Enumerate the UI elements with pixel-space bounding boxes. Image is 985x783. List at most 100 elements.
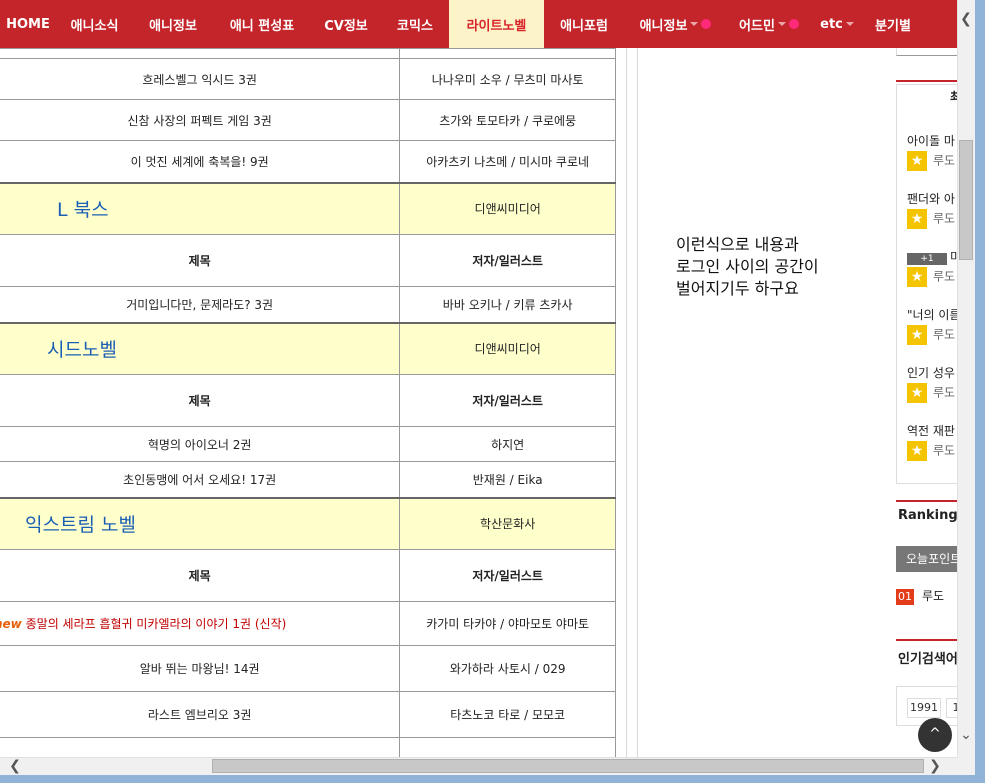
post-meta: ★ 루도 (907, 383, 955, 403)
column-header-cell: 제목 (0, 374, 401, 427)
book-title: 라스트 엠브리오 3권 (147, 708, 252, 722)
book-title-cell: 신참 사장의 퍼펙트 게임 3권 (0, 99, 401, 141)
book-author: 하지연 (491, 437, 525, 452)
table-row: 알바 뛰는 마왕님! 14권 와가하라 사토시 / 029 (0, 645, 616, 692)
nav-item-label: 분기별 (875, 18, 911, 34)
new-badge-icon: new (0, 617, 22, 631)
vertical-scroll-thumb[interactable] (959, 140, 973, 260)
scroll-up-arrow-icon[interactable]: ❮ (957, 10, 975, 28)
section-divider (896, 500, 957, 502)
column-header-author: 저자/일러스트 (472, 569, 543, 583)
search-keyword-chip[interactable]: 1991 (907, 698, 941, 718)
horizontal-scroll-thumb[interactable] (212, 759, 924, 773)
nav-item[interactable]: 애니포럼 (544, 0, 624, 48)
comment-line: 로그인 사이의 공간이 (676, 257, 819, 276)
popular-search-title: 인기검색어 (898, 652, 957, 667)
vertical-scrollbar[interactable] (957, 0, 975, 757)
nav-item-label: 라이트노벨 (466, 18, 527, 34)
book-author: 츠가와 토모타카 / 쿠로에뭉 (439, 113, 577, 128)
caret-down-icon (845, 22, 854, 26)
comment-line: 이런식으로 내용과 (676, 235, 799, 254)
section-divider (896, 80, 957, 82)
publisher-label-cell: 디앤씨미디어 (399, 181, 616, 235)
nav-item[interactable]: 코믹스 (381, 0, 449, 48)
publisher-label-cell: 디앤씨미디어 (399, 321, 616, 375)
nav-item[interactable]: 어드민 (727, 0, 811, 48)
comment-count-badge: +1 (907, 253, 947, 265)
scroll-left-arrow-icon[interactable]: ❮ (6, 757, 24, 775)
nav-item[interactable]: CV정보 (311, 0, 381, 48)
ranking-tab[interactable]: 오늘포인트 (896, 546, 957, 572)
post-link[interactable]: 아이돌 마 (907, 132, 955, 149)
author-cell: 와가하라 사토시 / 029 (399, 645, 616, 692)
book-title-cell: 거미입니다만, 문제라도? 3권 (0, 286, 401, 323)
book-author: 아카츠키 나츠메 / 미시마 쿠로네 (426, 154, 590, 169)
table-row: 거미입니다만, 문제라도? 3권 바바 오키나 / 키류 츠카사 (0, 286, 616, 323)
book-author: 와가하라 사토시 / 029 (449, 662, 566, 676)
author-cell: 바바 오키나 / 키류 츠카사 (399, 286, 616, 323)
table-header-row: 제목 저자/일러스트 (0, 549, 616, 602)
publisher-name: L 북스 (57, 199, 109, 222)
nav-item[interactable]: etc (811, 0, 863, 48)
book-title: 알바 뛰는 마왕님! 14권 (139, 662, 260, 676)
nav-item[interactable]: 애니정보 (133, 0, 213, 48)
nav-item[interactable]: 애니소식 (56, 0, 133, 48)
search-keyword-chip[interactable]: 1 (946, 698, 957, 718)
chevron-up-icon: ^ (929, 726, 941, 742)
book-title-cell: 초인동맹에 어서 오세요! 17권 (0, 461, 401, 498)
post-link[interactable]: "너의 이름 (907, 306, 957, 323)
nav-item[interactable]: 분기별 (863, 0, 923, 48)
nav-item-label: etc (820, 16, 843, 32)
table-row (0, 737, 616, 757)
book-title: 초인동맹에 어서 오세요! 17권 (123, 472, 277, 487)
book-title: 이 멋진 세계에 축복을! 9권 (130, 154, 269, 169)
window-frame (975, 0, 985, 783)
window-frame (0, 775, 985, 783)
post-link[interactable]: +1 미 (907, 248, 957, 265)
nav-item-label: 어드민 (739, 18, 775, 34)
publisher-label-cell: 학산문화사 (399, 496, 616, 550)
nav-item[interactable]: 라이트노벨 (449, 0, 544, 48)
table-row: 이 멋진 세계에 축복을! 9권 아카츠키 나츠메 / 미시마 쿠로네 (0, 140, 616, 183)
scroll-to-top-button[interactable]: ^ (918, 718, 952, 752)
post-meta: ★ 루도 (907, 441, 955, 461)
post-meta: ★ 루도 (907, 325, 955, 345)
column-header-cell: 제목 (0, 234, 401, 287)
book-author: 나나우미 소우 / 무츠미 마사토 (431, 72, 584, 87)
post-link[interactable]: 역전 재판 (907, 422, 955, 439)
caret-down-icon (777, 22, 786, 26)
author-cell (399, 737, 616, 757)
table-header-row: 제목 저자/일러스트 (0, 374, 616, 427)
book-author: 반재원 / Eika (472, 472, 543, 487)
nav-item-label: 애니정보 (639, 18, 688, 34)
book-title: 거미입니다만, 문제라도? 3권 (126, 297, 274, 312)
nav-item-label: HOME (6, 16, 50, 32)
nav-item[interactable]: 애니 편성표 (213, 0, 311, 48)
table-row: 혁명의 아이오너 2권 하지연 (0, 426, 616, 462)
column-header-cell: 저자/일러스트 (399, 374, 616, 427)
notification-dot-icon (701, 19, 712, 29)
ranking-item[interactable]: 01 루도 (896, 587, 944, 605)
page-viewport[interactable]: HOME 애니소식 애니정보 애니 편성표 CV정보 코믹스 라이트노벨 애니포럼 애니정보 어드… (0, 0, 957, 757)
table-row: new 종말의 세라프 흡혈귀 미카엘라의 이야기 1권 (신작) 카가미 타카야… (0, 601, 616, 646)
scroll-down-arrow-icon[interactable]: ⌄ (957, 726, 975, 744)
nav-item[interactable]: HOME (0, 0, 56, 48)
book-title: 흐레스벨그 익시드 3권 (142, 72, 257, 87)
login-box-edge (896, 48, 957, 56)
nav-item[interactable]: 애니정보 (624, 0, 727, 48)
post-link[interactable]: 팬더와 아 (907, 190, 955, 207)
right-sidebar: 최 아이돌 마 ★ 루도 팬더와 아 ★ 루도 +1 미 ★ 루도 "너의 이름 ★ 루도… (896, 48, 957, 757)
caret-down-icon (690, 22, 699, 26)
ranking-title: Ranking (898, 508, 957, 523)
star-icon: ★ (907, 267, 927, 287)
book-author: 바바 오키나 / 키류 츠카사 (442, 297, 573, 312)
star-icon: ★ (907, 151, 927, 171)
publisher-name: 익스트림 노벨 (25, 514, 136, 537)
scroll-right-arrow-icon[interactable]: ❯ (926, 757, 944, 775)
post-link[interactable]: 인기 성우 (907, 364, 955, 381)
book-title-cell (0, 737, 401, 757)
column-header-title: 제목 (188, 394, 211, 408)
column-header-cell: 제목 (0, 549, 401, 602)
author-cell: 나나우미 소우 / 무츠미 마사토 (399, 58, 616, 100)
author-cell: 타츠노코 타로 / 모모코 (399, 691, 616, 738)
